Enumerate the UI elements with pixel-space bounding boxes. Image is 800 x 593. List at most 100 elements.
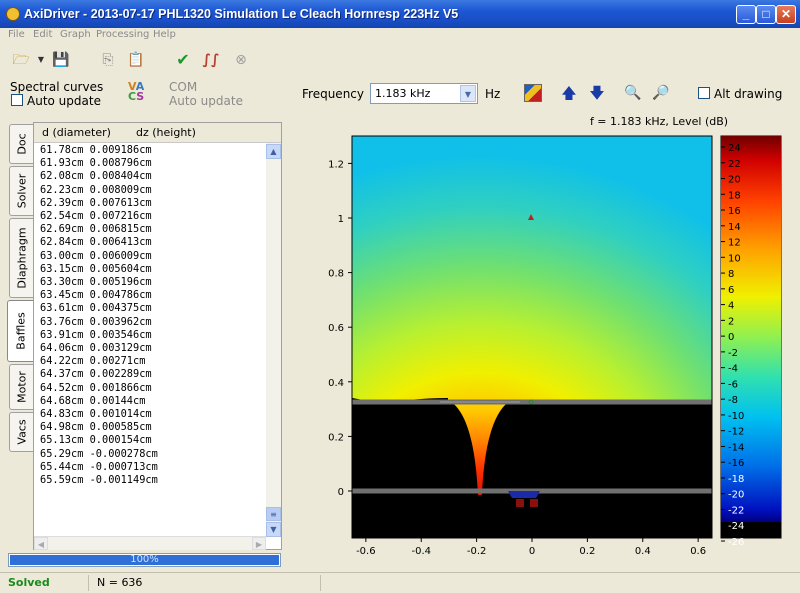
status-bar: Solved N = 636 <box>0 572 800 593</box>
list-item[interactable]: 63.30cm 0.005196cm <box>40 276 158 289</box>
scroll-up-icon[interactable]: ▲ <box>266 144 281 159</box>
colorbar-tick-label: 20 <box>728 175 741 186</box>
tab-doc[interactable]: Doc <box>9 124 33 164</box>
list-item[interactable]: 63.45cm 0.004786cm <box>40 289 158 302</box>
colorbar-tick-label: -22 <box>728 505 744 516</box>
list-item[interactable]: 64.68cm 0.00144cm <box>40 395 158 408</box>
paste-icon[interactable]: 📋 <box>125 49 147 71</box>
colorbar-tick-label: 0 <box>728 332 734 343</box>
horizontal-scrollbar[interactable]: ◀ ▶ <box>34 536 266 550</box>
list-item[interactable]: 64.37cm 0.002289cm <box>40 368 158 381</box>
close-button[interactable]: ✕ <box>776 5 796 24</box>
y-tick-label: 0.8 <box>328 269 344 280</box>
list-header: d (diameter) dz (height) <box>34 123 281 143</box>
list-item[interactable]: 64.06cm 0.003129cm <box>40 342 158 355</box>
copy-icon[interactable]: ⎘ <box>97 49 119 71</box>
list-item[interactable]: 63.76cm 0.003962cm <box>40 316 158 329</box>
menu-file[interactable]: File <box>8 29 25 40</box>
list-item[interactable]: 62.54cm 0.007216cm <box>40 210 158 223</box>
menu-help[interactable]: Help <box>153 29 176 40</box>
list-item[interactable]: 62.23cm 0.008009cm <box>40 184 158 197</box>
progress-bar: 100% <box>8 553 281 567</box>
open-dropdown-icon[interactable]: ▼ <box>30 49 52 71</box>
frequency-value: 1.183 kHz <box>375 87 431 100</box>
colorbar-tick-label: -14 <box>728 442 744 453</box>
list-item[interactable]: 62.39cm 0.007613cm <box>40 197 158 210</box>
list-item[interactable]: 65.29cm -0.000278cm <box>40 448 158 461</box>
scroll-thumb[interactable]: ≡ <box>266 507 281 521</box>
hz-unit-label: Hz <box>485 87 501 101</box>
baffle-list[interactable]: 61.78cm 0.009186cm 61.93cm 0.008796cm 62.0… <box>40 144 158 487</box>
maximize-button[interactable]: □ <box>756 5 776 24</box>
y-axis: 0 0.2 0.4 0.6 0.8 1 1.2 <box>328 159 352 498</box>
colorbar-tick-label: -2 <box>728 348 738 359</box>
tab-solver[interactable]: Solver <box>9 166 33 216</box>
list-item[interactable]: 63.15cm 0.005604cm <box>40 263 158 276</box>
open-folder-icon[interactable]: 🗁 <box>10 49 32 71</box>
tab-vacs[interactable]: Vacs <box>9 412 33 452</box>
list-item[interactable]: 62.08cm 0.008404cm <box>40 170 158 183</box>
list-item[interactable]: 64.83cm 0.001014cm <box>40 408 158 421</box>
frequency-select[interactable]: 1.183 kHz ▼ <box>370 83 478 104</box>
x-tick-label: -0.6 <box>356 546 376 557</box>
list-item[interactable]: 61.93cm 0.008796cm <box>40 157 158 170</box>
y-tick-label: 1.2 <box>328 159 344 170</box>
save-icon[interactable]: 💾 <box>50 49 72 71</box>
vertical-scrollbar[interactable]: ▲ ≡ ▼ <box>266 143 281 537</box>
colorbar-tick-label: 12 <box>728 238 741 249</box>
tab-motor[interactable]: Motor <box>9 364 33 410</box>
tab-baffles[interactable]: Baffles <box>7 300 33 362</box>
auto-update-checkbox[interactable] <box>11 94 23 106</box>
sound-field-plot[interactable]: f = 1.183 kHz, Level (dB) -0.6 -0.4 -0.2 0 0… <box>300 110 800 570</box>
x-tick-label: -0.4 <box>411 546 431 557</box>
list-item[interactable]: 65.44cm -0.000713cm <box>40 461 158 474</box>
check-icon[interactable]: ✔ <box>172 49 194 71</box>
scroll-right-icon[interactable]: ▶ <box>252 537 266 550</box>
tab-diaphragm[interactable]: Diaphragm <box>9 218 33 298</box>
menu-processing[interactable]: Processing <box>96 29 149 40</box>
colorbar-tick-label: -18 <box>728 474 744 485</box>
menu-edit[interactable]: Edit <box>33 29 52 40</box>
colorbar-tick-label: 6 <box>728 285 734 296</box>
alt-drawing-checkbox[interactable] <box>698 87 710 99</box>
list-item[interactable]: 64.22cm 0.00271cm <box>40 355 158 368</box>
list-item[interactable]: 63.00cm 0.006009cm <box>40 250 158 263</box>
plot-title: f = 1.183 kHz, Level (dB) <box>590 115 728 128</box>
zoom-in-icon[interactable]: 🔍 <box>622 82 644 104</box>
minimize-button[interactable]: _ <box>736 5 756 24</box>
scroll-left-icon[interactable]: ◀ <box>34 537 48 550</box>
colorbar-tick-label: -6 <box>728 379 738 390</box>
arrow-down-icon[interactable]: 🡇 <box>586 82 608 104</box>
list-item[interactable]: 64.52cm 0.001866cm <box>40 382 158 395</box>
alt-drawing-label: Alt drawing <box>714 87 783 101</box>
y-tick-label: 0 <box>338 487 344 498</box>
list-item[interactable]: 64.98cm 0.000585cm <box>40 421 158 434</box>
palette-icon[interactable] <box>524 84 542 102</box>
zoom-out-icon[interactable]: 🔎 <box>650 82 672 104</box>
list-item[interactable]: 63.91cm 0.003546cm <box>40 329 158 342</box>
x-tick-label: -0.2 <box>467 546 487 557</box>
colorbar-tick-label: 10 <box>728 253 741 264</box>
baffle-list-panel: d (diameter) dz (height) 61.78cm 0.00918… <box>33 122 282 550</box>
arrow-up-icon[interactable]: 🡅 <box>558 82 580 104</box>
menu-graph[interactable]: Graph <box>60 29 91 40</box>
chevron-down-icon[interactable]: ▼ <box>460 85 476 102</box>
x-tick-label: 0.6 <box>690 546 706 557</box>
integral-icon[interactable]: ∫∫ <box>200 49 222 71</box>
auto-update-label: Auto update <box>27 94 101 108</box>
list-item[interactable]: 63.61cm 0.004375cm <box>40 302 158 315</box>
list-item[interactable]: 62.69cm 0.006815cm <box>40 223 158 236</box>
frequency-label: Frequency <box>302 87 364 101</box>
stop-icon[interactable]: ⊗ <box>230 49 252 71</box>
com-auto-update-label: Auto update <box>169 94 243 108</box>
colorbar-tick-label: 18 <box>728 190 741 201</box>
list-item[interactable]: 61.78cm 0.009186cm <box>40 144 158 157</box>
list-item[interactable]: 65.59cm -0.001149cm <box>40 474 158 487</box>
list-item[interactable]: 65.13cm 0.000154cm <box>40 434 158 447</box>
scroll-down-icon[interactable]: ▼ <box>266 522 281 537</box>
x-axis: -0.6 -0.4 -0.2 0 0.2 0.4 0.6 <box>356 538 706 557</box>
list-item[interactable]: 62.84cm 0.006413cm <box>40 236 158 249</box>
x-tick-label: 0 <box>529 546 535 557</box>
spectral-curves-label: Spectral curves <box>10 80 104 94</box>
vacs-icon[interactable]: VA CS <box>128 81 144 102</box>
